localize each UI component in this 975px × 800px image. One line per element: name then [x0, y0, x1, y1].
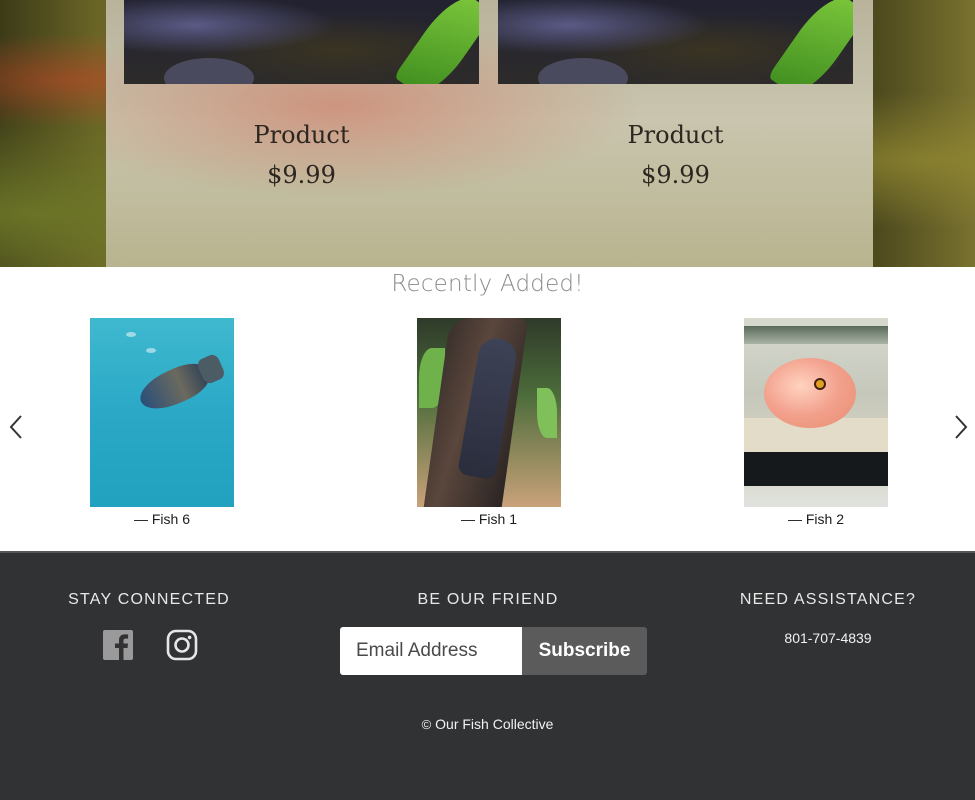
product-price: $9.99: [641, 161, 710, 189]
product-image[interactable]: [498, 0, 853, 84]
instagram-icon[interactable]: [166, 629, 198, 661]
product-image[interactable]: [124, 0, 479, 84]
email-field[interactable]: [340, 627, 522, 675]
product-card[interactable]: Product $9.99: [124, 0, 479, 267]
stay-connected-heading: STAY CONNECTED: [68, 591, 230, 608]
fish-caption: — Fish 2: [787, 511, 844, 527]
phone-number[interactable]: 801-707-4839: [708, 630, 948, 646]
facebook-icon[interactable]: [102, 629, 134, 661]
site-footer: STAY CONNECTED BE OUR FRIEND NEED ASSIST…: [0, 551, 975, 800]
fish-caption: — Fish 1: [460, 511, 517, 527]
carousel-item[interactable]: — Fish 2: [744, 318, 888, 534]
copyright-symbol: ©: [421, 717, 432, 732]
chevron-left-icon: [9, 415, 22, 439]
fish-photo[interactable]: [417, 318, 561, 507]
carousel-prev-button[interactable]: [6, 410, 26, 444]
product-name[interactable]: Product: [124, 121, 479, 149]
fish-photo[interactable]: [744, 318, 888, 507]
product-banner: Product $9.99 Product $9.99: [0, 0, 975, 267]
product-card[interactable]: Product $9.99: [498, 0, 853, 267]
copyright: © Our Fish Collective: [0, 716, 975, 732]
fish-photo[interactable]: [90, 318, 234, 507]
product-name[interactable]: Product: [498, 121, 853, 149]
copyright-text: Our Fish Collective: [435, 716, 554, 732]
carousel-item[interactable]: — Fish 1: [417, 318, 561, 534]
need-assistance-heading: NEED ASSISTANCE?: [739, 591, 917, 608]
carousel-item[interactable]: — Fish 6: [90, 318, 234, 534]
carousel-next-button[interactable]: [951, 410, 971, 444]
recently-added-heading: Recently Added!: [391, 271, 584, 297]
fish-caption: — Fish 6: [133, 511, 190, 527]
product-price: $9.99: [267, 161, 336, 189]
chevron-right-icon: [955, 415, 968, 439]
be-our-friend-heading: BE OUR FRIEND: [417, 591, 559, 608]
subscribe-button[interactable]: Subscribe: [522, 627, 647, 675]
